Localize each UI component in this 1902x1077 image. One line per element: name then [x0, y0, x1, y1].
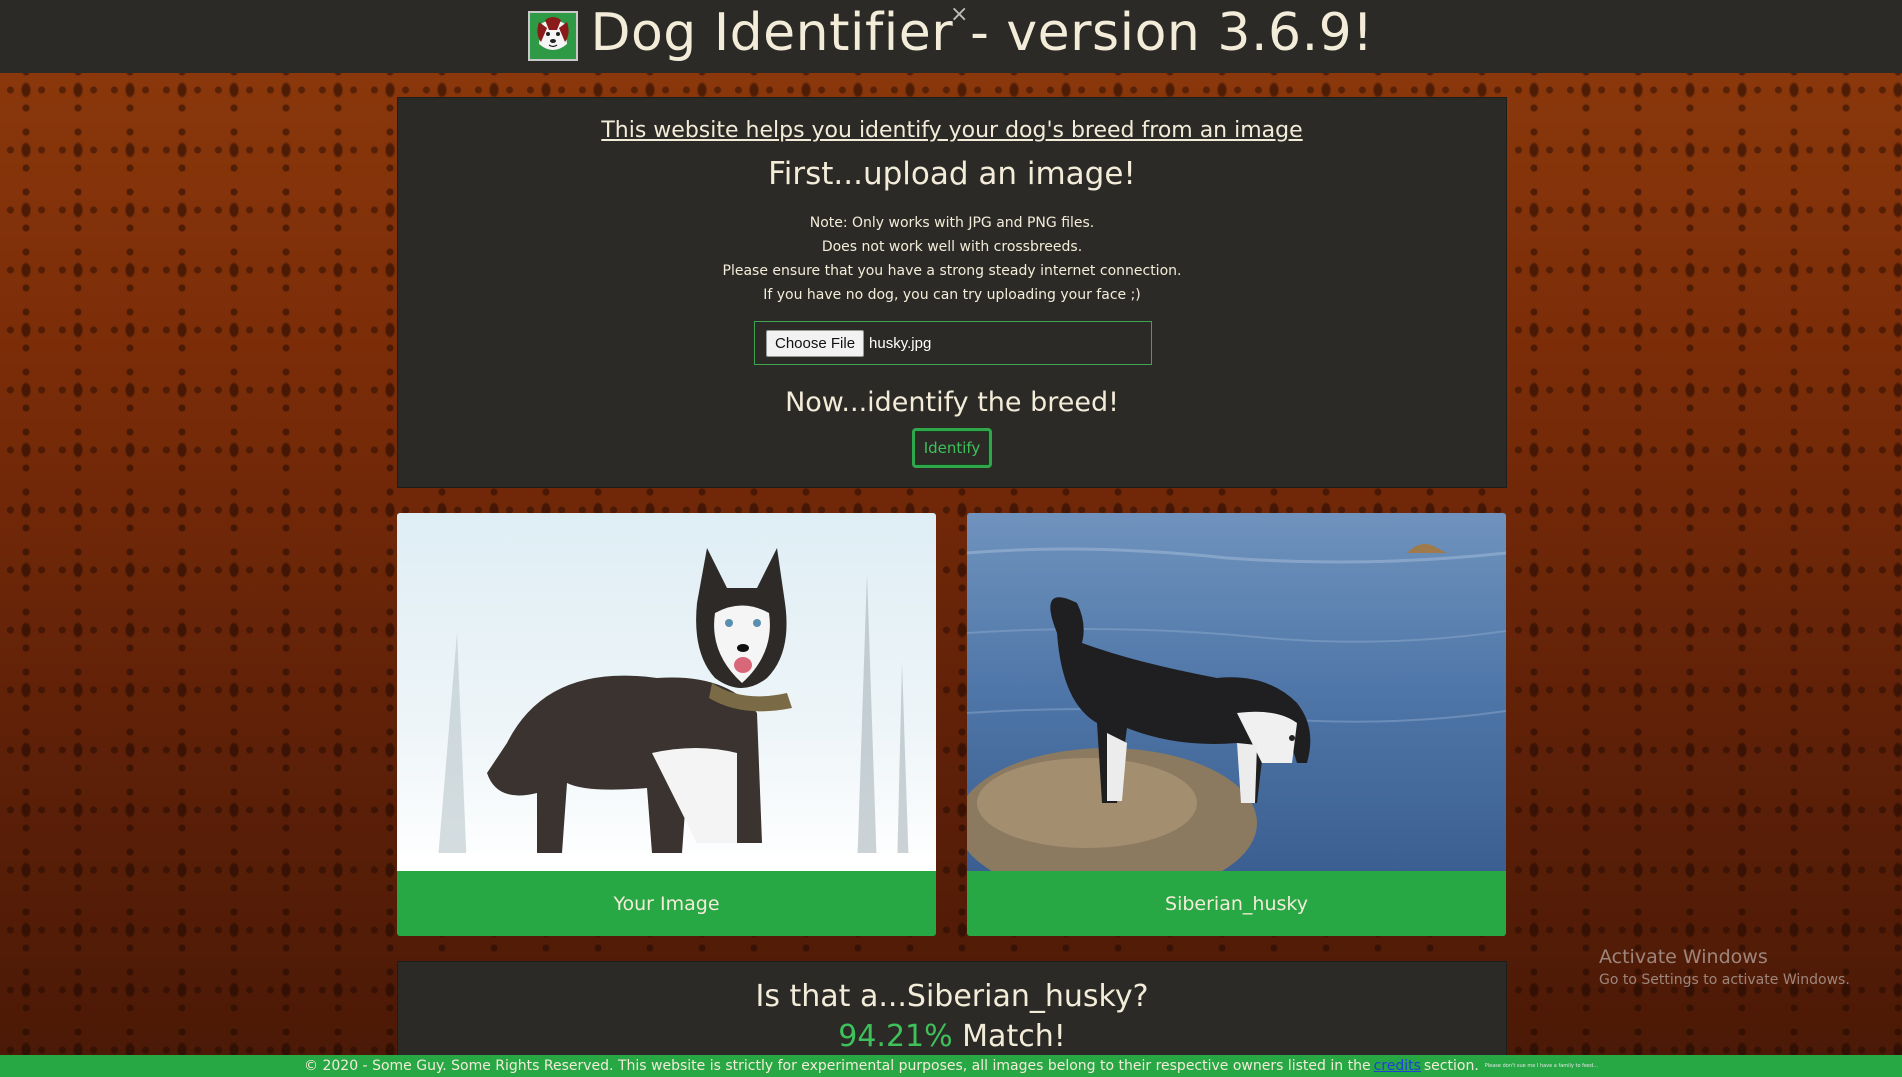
predicted-breed-card: Siberian_husky: [967, 513, 1506, 936]
choose-file-button[interactable]: Choose File: [766, 329, 865, 357]
your-image-label: Your Image: [613, 892, 720, 915]
match-word: Match!: [962, 1019, 1066, 1054]
upload-panel: This website helps you identify your dog…: [397, 97, 1507, 488]
credits-link[interactable]: credits: [1374, 1058, 1421, 1074]
result-question: Is that a...Siberian_husky?: [755, 979, 1149, 1014]
watermark-title: Activate Windows: [1599, 946, 1768, 968]
identify-button[interactable]: Identify: [912, 428, 992, 468]
predicted-breed-label: Siberian_husky: [1165, 892, 1308, 915]
windows-activation-watermark: Activate Windows Go to Settings to activ…: [1599, 946, 1850, 988]
uploaded-dog-photo: [397, 513, 936, 871]
close-icon[interactable]: ×: [950, 2, 968, 27]
breed-sample-photo: [967, 513, 1506, 871]
upload-heading: First...upload an image!: [768, 156, 1136, 192]
dog-logo-icon: [528, 10, 579, 61]
result-match: 94.21% Match!: [398, 1019, 1506, 1054]
note-line: Does not work well with crossbreeds.: [821, 239, 1083, 255]
header-bar: Dog Identifier - version 3.6.9! ×: [0, 0, 1902, 73]
intro-link[interactable]: This website helps you identify your dog…: [398, 118, 1506, 143]
footer-text-end: section.: [1423, 1058, 1479, 1074]
selected-file-name: husky.jpg: [869, 334, 932, 352]
match-percent: 94.21%: [838, 1019, 953, 1054]
file-input[interactable]: Choose File husky.jpg: [754, 321, 1152, 365]
footer-tiny-note: Please don't sue me I have a family to f…: [1484, 1063, 1598, 1069]
identify-heading: Now...identify the breed!: [785, 387, 1119, 418]
result-panel: Is that a...Siberian_husky? 94.21% Match…: [397, 961, 1507, 1061]
note-line: Please ensure that you have a strong ste…: [722, 263, 1182, 279]
note-line: Note: Only works with JPG and PNG files.: [809, 215, 1095, 231]
watermark-subtitle: Go to Settings to activate Windows.: [1599, 972, 1850, 988]
footer: © 2020 - Some Guy. Some Rights Reserved.…: [0, 1055, 1902, 1077]
your-image-card: Your Image: [397, 513, 936, 936]
note-line: If you have no dog, you can try uploadin…: [763, 287, 1141, 303]
upload-notes: Note: Only works with JPG and PNG files.…: [398, 211, 1506, 307]
site-title: Dog Identifier - version 3.6.9!: [590, 2, 1374, 63]
footer-text: © 2020 - Some Guy. Some Rights Reserved.…: [304, 1058, 1371, 1074]
